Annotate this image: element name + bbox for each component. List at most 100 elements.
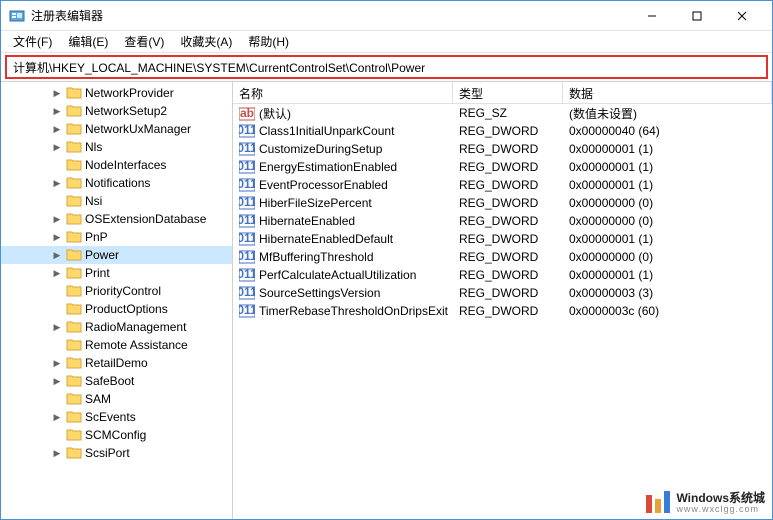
svg-text:ab: ab [240, 107, 254, 120]
chevron-right-icon[interactable]: ▶ [51, 106, 63, 117]
list-row[interactable]: 011EnergyEstimationEnabledREG_DWORD0x000… [233, 158, 772, 176]
list-row[interactable]: 011MfBufferingThresholdREG_DWORD0x000000… [233, 248, 772, 266]
list-row[interactable]: 011Class1InitialUnparkCountREG_DWORD0x00… [233, 122, 772, 140]
list-row[interactable]: 011CustomizeDuringSetupREG_DWORD0x000000… [233, 140, 772, 158]
string-value-icon: ab [239, 107, 255, 121]
tree-item[interactable]: Remote Assistance [1, 336, 232, 354]
binary-value-icon: 011 [239, 124, 255, 138]
tree-item[interactable]: PriorityControl [1, 282, 232, 300]
minimize-button[interactable] [629, 1, 674, 30]
tree-item[interactable]: ▶ Notifications [1, 174, 232, 192]
tree-item[interactable]: ▶ScsiPort [1, 444, 232, 462]
list-row[interactable]: 011HibernateEnabledDefaultREG_DWORD0x000… [233, 230, 772, 248]
column-name[interactable]: 名称 [233, 82, 453, 103]
svg-text:011: 011 [239, 196, 255, 209]
tree-item-label: Nsi [85, 194, 102, 208]
tree-item[interactable]: ▶ScEvents [1, 408, 232, 426]
tree-item-label: Remote Assistance [85, 338, 188, 352]
chevron-right-icon[interactable]: ▶ [51, 412, 63, 423]
list-row[interactable]: 011HiberFileSizePercentREG_DWORD0x000000… [233, 194, 772, 212]
chevron-right-icon[interactable]: ▶ [51, 88, 63, 99]
chevron-right-icon[interactable]: ▶ [51, 376, 63, 387]
list-row[interactable]: ab(默认)REG_SZ(数值未设置) [233, 104, 772, 122]
tree-item[interactable]: ▶NetworkProvider [1, 84, 232, 102]
menu-help[interactable]: 帮助(H) [240, 31, 297, 52]
folder-icon [66, 302, 82, 316]
maximize-button[interactable] [674, 1, 719, 30]
list-row[interactable]: 011PerfCalculateActualUtilizationREG_DWO… [233, 266, 772, 284]
value-type: REG_DWORD [453, 177, 563, 193]
folder-icon [66, 104, 82, 118]
binary-value-icon: 011 [239, 268, 255, 282]
address-bar[interactable]: 计算机\HKEY_LOCAL_MACHINE\SYSTEM\CurrentCon… [5, 55, 768, 79]
chevron-right-icon[interactable]: ▶ [51, 268, 63, 279]
chevron-right-icon[interactable]: ▶ [51, 124, 63, 135]
value-name: Class1InitialUnparkCount [259, 124, 394, 138]
list-body: ab(默认)REG_SZ(数值未设置) 011 Class1InitialUnpar… [233, 104, 772, 320]
values-panel[interactable]: 名称 类型 数据 ab(默认)REG_SZ(数值未设置) 011 Class1Ini… [233, 82, 772, 519]
tree-item[interactable]: ProductOptions [1, 300, 232, 318]
list-row[interactable]: 011 EventProcessorEnabled REG_DWORD0x00000… [233, 176, 772, 194]
tree-item[interactable]: NodeInterfaces [1, 156, 232, 174]
menu-edit[interactable]: 编辑(E) [60, 31, 116, 52]
chevron-right-icon[interactable]: ▶ [51, 250, 63, 261]
tree-item-label: Nls [85, 140, 102, 154]
tree-item-label: NetworkSetup2 [85, 104, 167, 118]
app-icon [9, 8, 25, 24]
list-header: 名称 类型 数据 [233, 82, 772, 104]
tree-item[interactable]: ▶ Power [1, 246, 232, 264]
tree-item-label: PriorityControl [85, 284, 161, 298]
chevron-right-icon[interactable]: ▶ [51, 178, 63, 189]
tree-item-label: Notifications [85, 176, 150, 190]
svg-text:011: 011 [239, 232, 255, 245]
menu-favorites[interactable]: 收藏夹(A) [172, 31, 240, 52]
close-button[interactable] [719, 1, 764, 30]
svg-text:011: 011 [239, 142, 255, 155]
menu-file[interactable]: 文件(F) [5, 31, 60, 52]
value-type: REG_DWORD [453, 249, 563, 265]
tree-item[interactable]: ▶RetailDemo [1, 354, 232, 372]
binary-value-icon: 011 [239, 250, 255, 264]
tree-item-label: RadioManagement [85, 320, 186, 334]
tree-item[interactable]: ▶Print [1, 264, 232, 282]
tree-item[interactable]: ▶SafeBoot [1, 372, 232, 390]
tree-item[interactable]: SAM [1, 390, 232, 408]
tree-item[interactable]: ▶OSExtensionDatabase [1, 210, 232, 228]
tree-item[interactable]: ▶ PnP [1, 228, 232, 246]
menu-view[interactable]: 查看(V) [116, 31, 172, 52]
folder-icon [66, 320, 82, 334]
chevron-right-icon[interactable]: ▶ [51, 322, 63, 333]
value-data: 0x00000001 (1) [563, 267, 772, 283]
chevron-right-icon[interactable]: ▶ [51, 448, 63, 459]
tree-item-label: Power [85, 248, 119, 262]
value-name: EventProcessorEnabled [259, 178, 388, 192]
folder-icon [66, 122, 82, 136]
value-data: 0x00000001 (1) [563, 231, 772, 247]
list-row[interactable]: 011TimerRebaseThresholdOnDripsExitREG_DW… [233, 302, 772, 320]
chevron-right-icon[interactable]: ▶ [51, 232, 63, 243]
value-data: 0x00000001 (1) [563, 141, 772, 157]
value-data: 0x00000001 (1) [563, 177, 772, 193]
value-data: 0x00000040 (64) [563, 123, 772, 139]
list-row[interactable]: 011HibernateEnabledREG_DWORD0x00000000 (… [233, 212, 772, 230]
tree-item-label: PnP [85, 230, 108, 244]
binary-value-icon: 011 [239, 142, 255, 156]
svg-text:011: 011 [239, 214, 255, 227]
chevron-right-icon[interactable]: ▶ [51, 214, 63, 225]
chevron-right-icon[interactable]: ▶ [51, 142, 63, 153]
tree-item[interactable]: ▶ Nls [1, 138, 232, 156]
column-data[interactable]: 数据 [563, 82, 772, 103]
tree-item[interactable]: SCMConfig [1, 426, 232, 444]
tree-item[interactable]: ▶ NetworkSetup2 [1, 102, 232, 120]
tree-item[interactable]: ▶ RadioManagement [1, 318, 232, 336]
chevron-right-icon[interactable]: ▶ [51, 358, 63, 369]
tree-item[interactable]: Nsi [1, 192, 232, 210]
tree-item[interactable]: ▶NetworkUxManager [1, 120, 232, 138]
tree-panel[interactable]: ▶NetworkProvider▶NetworkSetup2▶NetworkUx… [1, 82, 233, 519]
folder-icon [66, 176, 82, 190]
binary-value-icon: 011 [239, 178, 255, 192]
folder-icon [66, 284, 82, 298]
registry-editor-window: 注册表编辑器 文件(F) 编辑(E) 查看(V) 收藏夹(A) 帮助(H) 计算… [0, 0, 773, 520]
column-type[interactable]: 类型 [453, 82, 563, 103]
list-row[interactable]: 011SourceSettingsVersionREG_DWORD0x00000… [233, 284, 772, 302]
